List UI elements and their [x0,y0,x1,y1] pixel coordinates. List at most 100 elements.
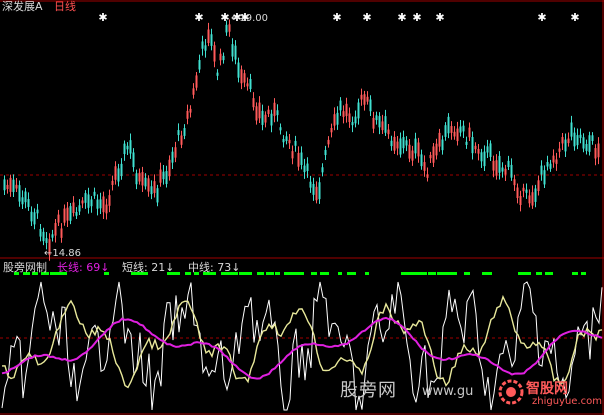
candle-body [9,177,12,192]
candle-body [264,114,267,123]
short-line-value: 21↓ [151,261,175,274]
candle-body [567,138,570,144]
candle-body [255,106,258,121]
candle-body [33,212,36,225]
candle-body [285,136,288,141]
candle-body [105,204,108,214]
candle-body [504,168,507,175]
signal-bar [320,272,329,275]
short-line-label: 短线: [122,261,148,274]
candle-body [576,135,579,146]
candle-body [306,163,309,171]
star-marker-icon: ✱ [98,11,107,24]
star-markers: ✱ ✱ ✱ ✱✱ ✱ ✱ ✱ ✱ ✱ ✱ ✱ [98,11,579,24]
candle-body [582,137,585,149]
candle-body [402,137,405,149]
candle-body [30,211,33,222]
candle-body [531,192,534,206]
candle-body [429,154,432,159]
long-line-value: 69↓ [86,261,110,274]
candle-body [120,163,123,177]
candle-body [201,41,204,49]
candle-body [405,140,408,146]
candle-body [60,228,63,238]
candle-body [138,172,141,182]
candle-body [111,180,114,185]
candle-body [399,138,402,155]
candle-body [591,135,594,141]
candle-body [498,155,501,173]
candle-body [573,132,576,147]
indicator-title: 股旁网制 [3,261,47,274]
candle-body [303,165,306,173]
candle-body [117,168,120,182]
candle-body [129,140,132,154]
candle-body [183,128,186,136]
candle-body [273,102,276,116]
mid-line-value: 73↓ [217,261,241,274]
candle-body [348,113,351,123]
candle-body [354,116,357,124]
candle-body [426,174,429,178]
candle-body [3,179,6,191]
signal-bar [536,272,542,275]
candle-body [474,145,477,150]
signal-bar [347,272,356,275]
watermark-site-name: 股旁网 [340,380,397,401]
candle-body [156,188,159,203]
candle-body [141,172,144,186]
candle-body [192,88,195,95]
candle-body [360,94,363,100]
candle-body [297,152,300,167]
candle-body [375,115,378,121]
mid-line-readout: 中线: 73↓ [188,262,240,274]
candle-body [444,125,447,137]
signal-bar [275,272,280,275]
candle-body [390,140,393,147]
candle-body [69,206,72,221]
signal-bar [293,272,304,275]
candle-body [258,102,261,119]
candle-body [471,137,474,154]
star-marker-icon: ✱ [332,11,341,24]
candle-body [528,195,531,204]
watermark-brand: 智股网 [526,381,568,397]
candle-body [162,171,165,180]
candle-body [57,214,60,223]
candle-body [447,116,450,134]
candle-body [108,195,111,206]
candle-body [537,180,540,192]
candle-body [252,98,255,108]
candle-body [243,73,246,83]
candle-body [96,199,99,209]
candle-body [333,114,336,126]
candle-body [378,116,381,128]
candle-body [225,24,228,33]
candle-body [456,128,459,142]
candle-body [81,200,84,204]
signal-bar [284,272,293,275]
candle-body [288,139,291,144]
candle-body [462,125,465,132]
candle-body [213,45,216,62]
signal-bar [527,272,531,275]
candle-body [15,184,18,189]
long-line-readout: 长线: 69↓ [57,262,109,274]
candle-body [330,127,333,133]
candle-body [102,196,105,213]
candle-body [84,193,87,203]
candle-body [510,164,513,178]
watermark-site-url: www.gu [422,384,474,399]
low-price-annotation: ←14.86 [44,248,82,259]
chart-grid [0,0,604,415]
candle-body [438,132,441,147]
candle-body [267,109,270,114]
candle-body [393,136,396,151]
candle-body [12,179,15,193]
candle-body [522,187,525,192]
star-marker-icon: ✱ [570,11,579,24]
star-marker-icon: ✱ [194,11,203,24]
candle-body [342,111,345,117]
candle-body [339,100,342,111]
candle-body [18,185,21,202]
